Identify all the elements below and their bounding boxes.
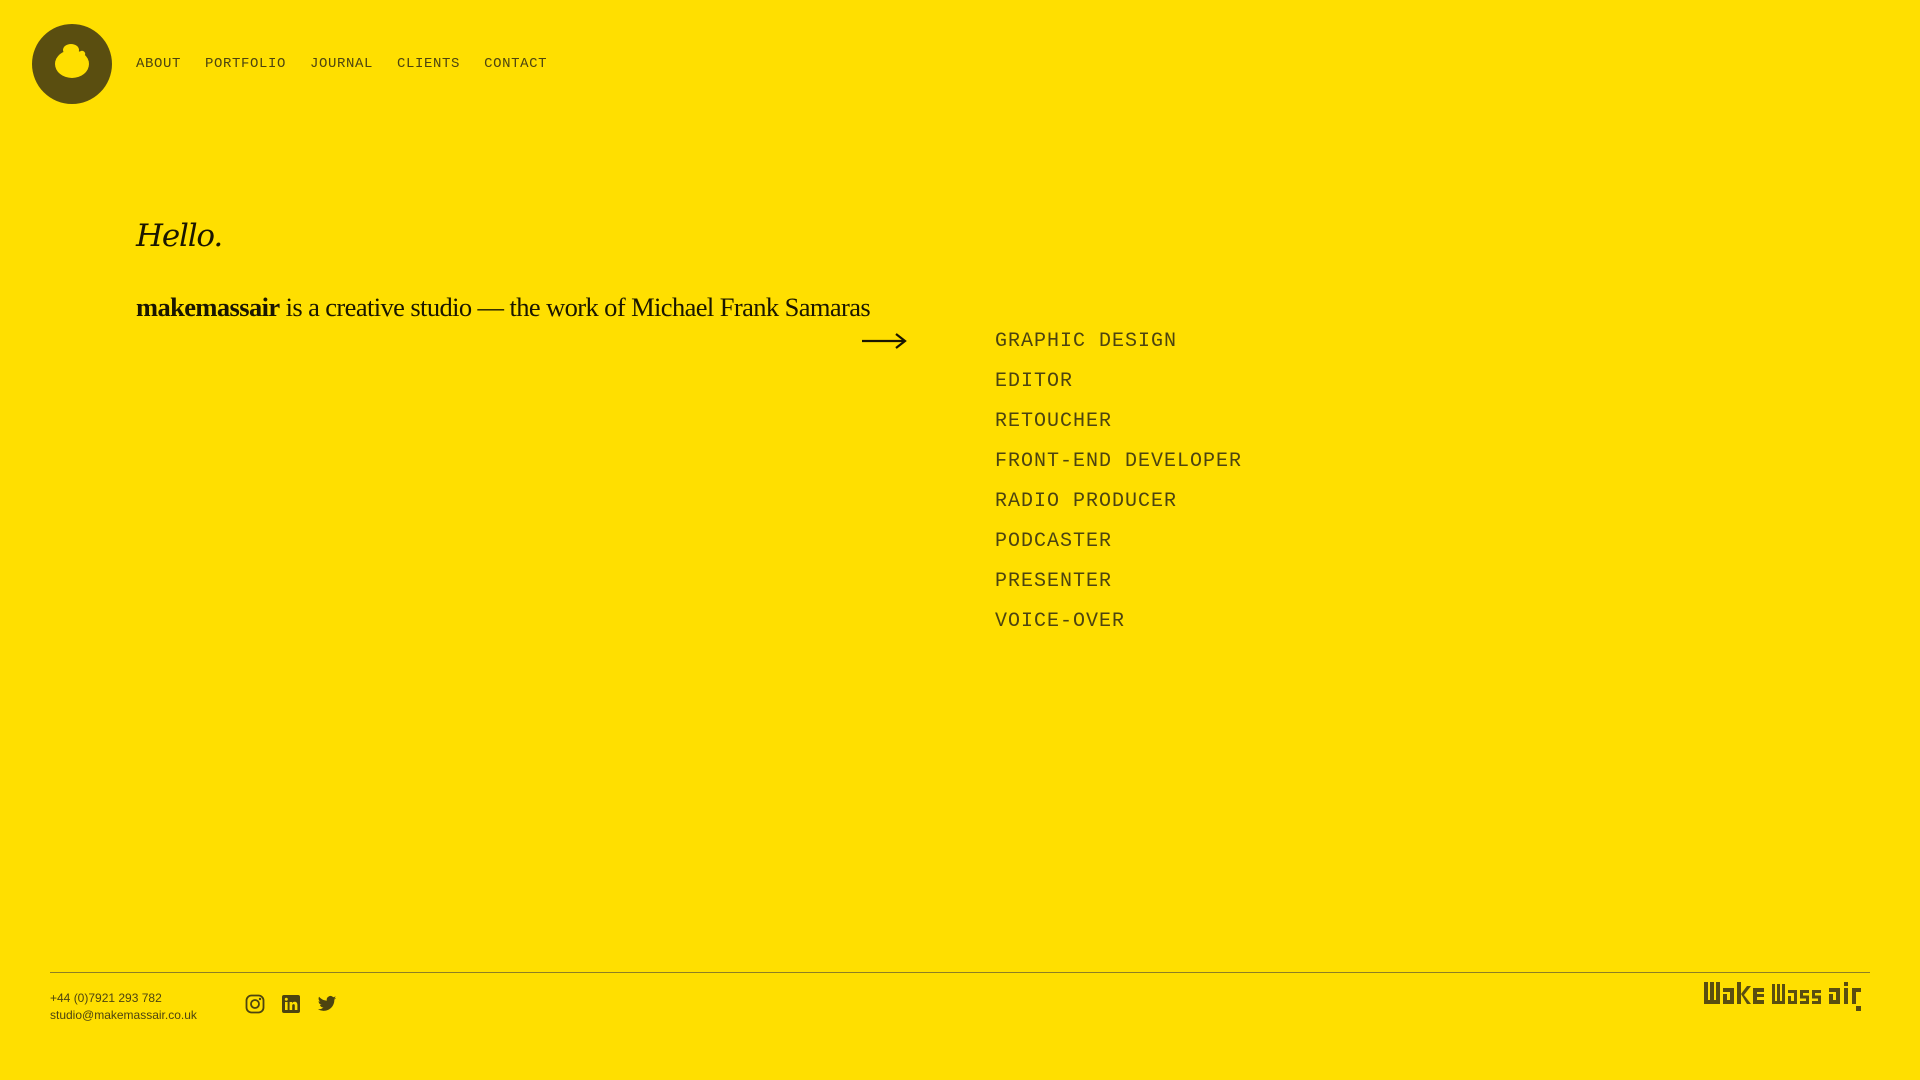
role-item: VOICE-OVER [995, 610, 1126, 633]
social-links [245, 994, 337, 1014]
greeting-heading: Hello. [136, 218, 223, 254]
wordmark-logo [1704, 980, 1870, 1014]
role-item: PRESENTER [995, 570, 1113, 593]
arrow-right-icon [860, 328, 908, 354]
role-item: FRONT-END DEVELOPER [995, 450, 1243, 473]
nav-portfolio[interactable]: PORTFOLIO [205, 55, 286, 73]
footer-divider [50, 972, 1870, 973]
tagline: is a creative studio — the work of Micha… [279, 292, 871, 322]
instagram-icon[interactable] [245, 994, 265, 1014]
role-item: PODCASTER [995, 530, 1113, 553]
role-item: GRAPHIC DESIGN [995, 330, 1178, 353]
site-logo[interactable] [32, 24, 112, 104]
face-blob-icon [32, 24, 112, 104]
phone-link[interactable]: +44 (0)7921 293 782 [50, 990, 197, 1007]
intro-text: makemassair is a creative studio — the w… [136, 289, 871, 325]
nav-about[interactable]: ABOUT [136, 55, 181, 73]
twitter-icon[interactable] [317, 994, 337, 1014]
roles-list: GRAPHIC DESIGN EDITOR RETOUCHER FRONT-EN… [995, 330, 1242, 650]
role-item: RETOUCHER [995, 410, 1113, 433]
linkedin-icon[interactable] [281, 994, 301, 1014]
role-item: EDITOR [995, 370, 1074, 393]
email-link[interactable]: studio@makemassair.co.uk [50, 1007, 197, 1024]
brand-name: makemassair [136, 292, 280, 322]
nav-clients[interactable]: CLIENTS [397, 55, 460, 73]
role-item: RADIO PRODUCER [995, 490, 1178, 513]
main-nav: ABOUT PORTFOLIO JOURNAL CLIENTS CONTACT [136, 55, 547, 73]
nav-journal[interactable]: JOURNAL [310, 55, 373, 73]
nav-contact[interactable]: CONTACT [484, 55, 547, 73]
footer-contact: +44 (0)7921 293 782 studio@makemassair.c… [50, 990, 197, 1024]
